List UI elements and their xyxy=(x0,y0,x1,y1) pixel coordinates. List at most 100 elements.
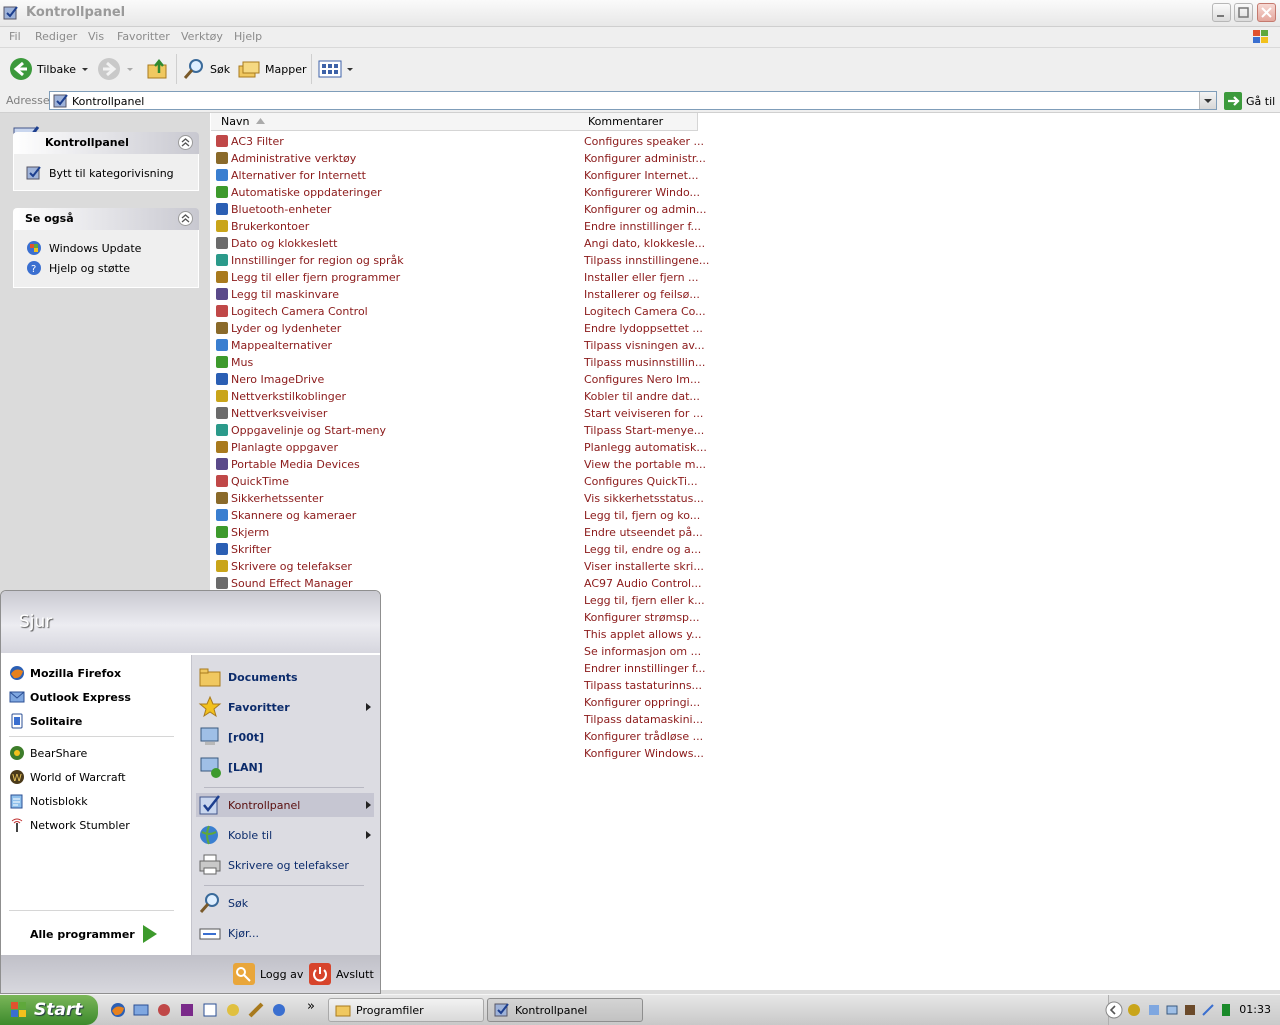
list-item[interactable]: Brukerkontoer Endre innstillinger f... xyxy=(214,218,701,235)
tray-app-icon[interactable] xyxy=(1183,1003,1197,1017)
start-item-notepad[interactable]: Notisblokk xyxy=(9,793,88,809)
panel-see-also-header[interactable]: Se også xyxy=(13,208,199,230)
shutdown-button[interactable]: Avslutt xyxy=(309,963,374,985)
maximize-button[interactable] xyxy=(1234,3,1253,22)
app-quicklaunch-icon[interactable] xyxy=(248,1002,264,1018)
list-item[interactable]: Mappealternativer Tilpass visningen av... xyxy=(214,337,705,354)
up-folder-button[interactable] xyxy=(146,56,170,82)
app-quicklaunch-icon[interactable] xyxy=(225,1002,241,1018)
app-quicklaunch-icon[interactable] xyxy=(156,1002,172,1018)
taskbar-button-kontrollpanel[interactable]: Kontrollpanel xyxy=(487,998,643,1022)
list-item[interactable]: Lyder og lydenheter Endre lydoppsettet ..… xyxy=(214,320,703,337)
control-panel-item-icon xyxy=(216,254,228,266)
list-item[interactable]: Bluetooth-enheter Konfigurer og admin... xyxy=(214,201,706,218)
column-header-comment[interactable]: Kommentarer xyxy=(578,113,698,131)
list-item[interactable]: AC3 Filter Configures speaker ... xyxy=(214,133,704,150)
menu-tools[interactable]: Verktøy xyxy=(181,30,223,43)
forward-button[interactable] xyxy=(97,56,135,82)
app-quicklaunch-icon[interactable] xyxy=(202,1002,218,1018)
start-place-run[interactable]: Kjør... xyxy=(198,921,259,945)
start-item-label: Notisblokk xyxy=(30,794,88,808)
control-panel-item-icon xyxy=(216,339,228,351)
item-name: Mappealternativer xyxy=(231,339,333,352)
start-item-outlook-express[interactable]: Outlook Express xyxy=(9,689,131,705)
start-item-network-stumbler[interactable]: Network Stumbler xyxy=(9,817,130,833)
list-item[interactable]: Skjerm Endre utseendet på... xyxy=(214,524,703,541)
start-place-search[interactable]: Søk xyxy=(198,891,248,915)
quicklaunch-more-icon[interactable]: » xyxy=(307,999,315,1014)
menu-file[interactable]: Fil xyxy=(9,30,21,43)
help-support-link[interactable]: ? Hjelp og støtte xyxy=(26,260,130,276)
list-item[interactable]: Legg til eller fjern programmer Installer… xyxy=(214,269,699,286)
menu-view[interactable]: Vis xyxy=(88,30,104,43)
address-dropdown-button[interactable] xyxy=(1199,92,1216,109)
taskbar-button-programfiler[interactable]: Programfiler xyxy=(328,998,484,1022)
start-item-bearshare[interactable]: BearShare xyxy=(9,745,87,761)
start-place-control-panel[interactable]: Kontrollpanel xyxy=(198,793,300,817)
list-item[interactable]: Administrative verktøy Konfigurer adminis… xyxy=(214,150,706,167)
list-item[interactable]: Portable Media Devices View the portable … xyxy=(214,456,706,473)
app-quicklaunch-icon[interactable] xyxy=(271,1002,287,1018)
list-item[interactable]: Logitech Camera Control Logitech Camera C… xyxy=(214,303,706,320)
close-button[interactable] xyxy=(1257,3,1276,22)
start-item-solitaire[interactable]: Solitaire xyxy=(9,713,82,729)
menu-help[interactable]: Hjelp xyxy=(234,30,262,43)
start-place-lan[interactable]: [LAN] xyxy=(198,755,263,779)
list-item[interactable]: QuickTime Configures QuickTi... xyxy=(214,473,698,490)
menu-edit[interactable]: Rediger xyxy=(35,30,77,43)
collapse-chevron-icon[interactable] xyxy=(178,211,193,226)
start-place-documents[interactable]: Documents xyxy=(198,665,298,689)
list-item[interactable]: Legg til maskinvare Installerer og feilsø… xyxy=(214,286,700,303)
list-item[interactable]: Dato og klokkeslett Angi dato, klokkesle.… xyxy=(214,235,705,252)
list-item[interactable]: Planlagte oppgaver Planlegg automatisk... xyxy=(214,439,707,456)
list-item[interactable]: Oppgavelinje og Start-meny Tilpass Start-… xyxy=(214,422,704,439)
list-item[interactable]: Nero ImageDrive Configures Nero Im... xyxy=(214,371,701,388)
list-item[interactable]: Nettverkstilkoblinger Kobler til andre da… xyxy=(214,388,700,405)
tray-app-icon[interactable] xyxy=(1219,1003,1233,1017)
menu-favorites[interactable]: Favoritter xyxy=(117,30,170,43)
start-item-firefox[interactable]: Mozilla Firefox xyxy=(9,665,121,681)
panel-control-panel-header[interactable]: Kontrollpanel xyxy=(13,132,199,154)
column-header-name[interactable]: Navn xyxy=(211,113,579,131)
firefox-quicklaunch-icon[interactable] xyxy=(110,1002,126,1018)
tray-expand-icon[interactable] xyxy=(1105,1001,1123,1019)
list-item[interactable]: Nettverksveiviser Start veiviseren for ..… xyxy=(214,405,703,422)
go-button[interactable]: Gå til xyxy=(1224,92,1275,110)
list-item[interactable]: Skrifter Legg til, endre og a... xyxy=(214,541,701,558)
start-item-world-of-warcraft[interactable]: W World of Warcraft xyxy=(9,769,126,785)
logoff-button[interactable]: Logg av xyxy=(233,963,303,985)
start-place-printers[interactable]: Skrivere og telefakser xyxy=(198,853,349,877)
tray-app-icon[interactable] xyxy=(1127,1003,1141,1017)
start-button[interactable]: Start xyxy=(0,995,98,1025)
tray-network-icon[interactable] xyxy=(1201,1003,1215,1017)
item-comment: Tilpass innstillingene... xyxy=(584,254,710,267)
back-dropdown-icon[interactable] xyxy=(80,64,90,74)
folders-button[interactable]: Mapper xyxy=(237,56,307,82)
list-item[interactable]: Innstillinger for region og språk Tilpass… xyxy=(214,252,709,269)
list-item[interactable]: Mus Tilpass musinnstillin... xyxy=(214,354,705,371)
switch-category-view-link[interactable]: Bytt til kategorivisning xyxy=(26,165,174,181)
collapse-chevron-icon[interactable] xyxy=(178,135,193,150)
all-programs-button[interactable]: Alle programmer xyxy=(30,924,158,944)
start-place-favorites[interactable]: Favoritter xyxy=(198,695,290,719)
outlook-quicklaunch-icon[interactable] xyxy=(133,1002,149,1018)
minimize-button[interactable] xyxy=(1212,3,1231,22)
item-name: Mus xyxy=(231,356,254,369)
windows-update-link[interactable]: Windows Update xyxy=(26,240,141,256)
back-button[interactable]: Tilbake xyxy=(9,56,90,82)
windows-update-label: Windows Update xyxy=(49,241,142,255)
start-place-connect-to[interactable]: Koble til xyxy=(198,823,272,847)
views-button[interactable] xyxy=(318,56,354,82)
list-item[interactable]: Alternativer for Internett Konfigurer Int… xyxy=(214,167,699,184)
app-quicklaunch-icon[interactable] xyxy=(179,1002,195,1018)
tray-app-icon[interactable] xyxy=(1165,1003,1179,1017)
separator xyxy=(9,910,174,911)
address-input[interactable]: Kontrollpanel xyxy=(49,91,1217,110)
list-item[interactable]: Skannere og kameraer Legg til, fjern og k… xyxy=(214,507,700,524)
search-button[interactable]: Søk xyxy=(182,56,230,82)
tray-app-icon[interactable] xyxy=(1147,1003,1161,1017)
list-item[interactable]: Automatiske oppdateringer Konfigurerer Wi… xyxy=(214,184,700,201)
list-item[interactable]: Skrivere og telefakser Viser installerte … xyxy=(214,558,704,575)
start-place-r00t[interactable]: [r00t] xyxy=(198,725,264,749)
list-item[interactable]: Sikkerhetssenter Vis sikkerhetsstatus... xyxy=(214,490,704,507)
